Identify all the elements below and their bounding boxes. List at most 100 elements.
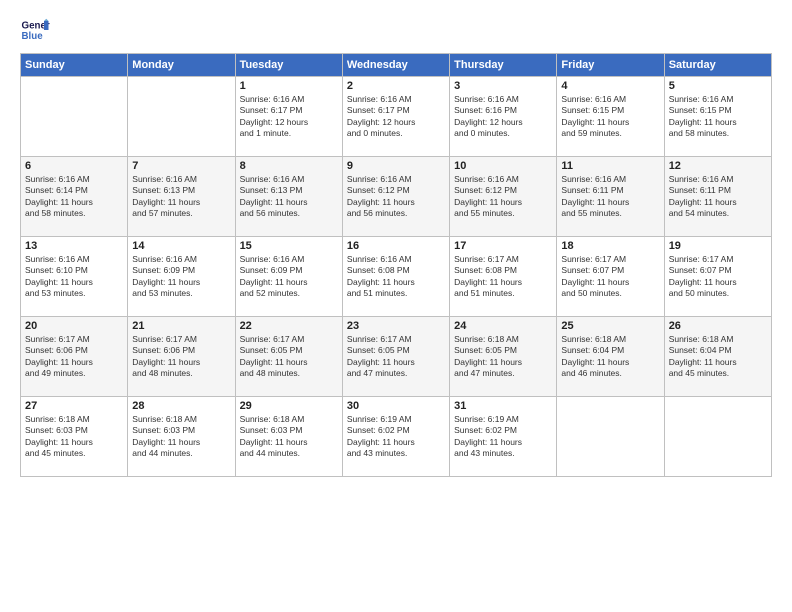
calendar-cell: 8 Sunrise: 6:16 AM Sunset: 6:13 PM Daylig… bbox=[235, 157, 342, 237]
calendar-cell: 4 Sunrise: 6:16 AM Sunset: 6:15 PM Daylig… bbox=[557, 77, 664, 157]
day-number: 19 bbox=[669, 240, 767, 252]
calendar-cell: 31 Sunrise: 6:19 AM Sunset: 6:02 PM Dayli… bbox=[450, 397, 557, 477]
day-info: Sunrise: 6:17 AM Sunset: 6:06 PM Dayligh… bbox=[132, 334, 230, 380]
calendar-cell: 24Sunrise: 6:18 AM Sunset: 6:05 PM Dayli… bbox=[450, 317, 557, 397]
day-info: Sunrise: 6:16 AM Sunset: 6:08 PM Dayligh… bbox=[347, 254, 445, 300]
day-number: 20 bbox=[25, 320, 123, 332]
calendar-cell: 29Sunrise: 6:18 AM Sunset: 6:03 PM Dayli… bbox=[235, 397, 342, 477]
day-number: 26 bbox=[669, 320, 767, 332]
calendar-cell: 3Sunrise: 6:16 AM Sunset: 6:16 PM Daylig… bbox=[450, 77, 557, 157]
day-number: 2 bbox=[347, 80, 445, 92]
calendar-cell bbox=[128, 77, 235, 157]
day-number: 11 bbox=[561, 160, 659, 172]
day-number: 3 bbox=[454, 80, 552, 92]
day-info: Sunrise: 6:16 AM Sunset: 6:14 PM Dayligh… bbox=[25, 174, 123, 220]
day-info: Sunrise: 6:16 AM Sunset: 6:15 PM Dayligh… bbox=[561, 94, 659, 140]
day-info: Sunrise: 6:16 AM Sunset: 6:15 PM Dayligh… bbox=[669, 94, 767, 140]
svg-text:Blue: Blue bbox=[22, 31, 44, 42]
calendar-cell: 7 Sunrise: 6:16 AM Sunset: 6:13 PM Daylig… bbox=[128, 157, 235, 237]
calendar-cell bbox=[21, 77, 128, 157]
day-info: Sunrise: 6:16 AM Sunset: 6:09 PM Dayligh… bbox=[132, 254, 230, 300]
calendar-cell: 20 Sunrise: 6:17 AM Sunset: 6:06 PM Dayli… bbox=[21, 317, 128, 397]
day-number: 24 bbox=[454, 320, 552, 332]
day-number: 23 bbox=[347, 320, 445, 332]
week-row-1: 1 Sunrise: 6:16 AM Sunset: 6:17 PM Daylig… bbox=[21, 77, 772, 157]
calendar-cell: 11Sunrise: 6:16 AM Sunset: 6:11 PM Dayli… bbox=[557, 157, 664, 237]
calendar-cell: 22Sunrise: 6:17 AM Sunset: 6:05 PM Dayli… bbox=[235, 317, 342, 397]
day-number: 9 bbox=[347, 160, 445, 172]
day-info: Sunrise: 6:18 AM Sunset: 6:03 PM Dayligh… bbox=[25, 414, 123, 460]
day-info: Sunrise: 6:16 AM Sunset: 6:17 PM Dayligh… bbox=[347, 94, 445, 140]
col-header-tuesday: Tuesday bbox=[235, 54, 342, 77]
day-info: Sunrise: 6:17 AM Sunset: 6:07 PM Dayligh… bbox=[561, 254, 659, 300]
calendar-cell: 19 Sunrise: 6:17 AM Sunset: 6:07 PM Dayli… bbox=[664, 237, 771, 317]
day-info: Sunrise: 6:17 AM Sunset: 6:08 PM Dayligh… bbox=[454, 254, 552, 300]
day-number: 16 bbox=[347, 240, 445, 252]
calendar-cell bbox=[557, 397, 664, 477]
col-header-thursday: Thursday bbox=[450, 54, 557, 77]
day-number: 21 bbox=[132, 320, 230, 332]
day-number: 25 bbox=[561, 320, 659, 332]
day-info: Sunrise: 6:17 AM Sunset: 6:07 PM Dayligh… bbox=[669, 254, 767, 300]
calendar-cell: 21 Sunrise: 6:17 AM Sunset: 6:06 PM Dayli… bbox=[128, 317, 235, 397]
calendar-cell: 28 Sunrise: 6:18 AM Sunset: 6:03 PM Dayli… bbox=[128, 397, 235, 477]
day-info: Sunrise: 6:16 AM Sunset: 6:12 PM Dayligh… bbox=[454, 174, 552, 220]
calendar-cell: 14 Sunrise: 6:16 AM Sunset: 6:09 PM Dayli… bbox=[128, 237, 235, 317]
day-number: 5 bbox=[669, 80, 767, 92]
day-number: 15 bbox=[240, 240, 338, 252]
col-header-saturday: Saturday bbox=[664, 54, 771, 77]
day-number: 12 bbox=[669, 160, 767, 172]
day-number: 10 bbox=[454, 160, 552, 172]
calendar-cell: 18 Sunrise: 6:17 AM Sunset: 6:07 PM Dayli… bbox=[557, 237, 664, 317]
day-number: 28 bbox=[132, 400, 230, 412]
day-number: 18 bbox=[561, 240, 659, 252]
day-info: Sunrise: 6:16 AM Sunset: 6:10 PM Dayligh… bbox=[25, 254, 123, 300]
calendar-cell: 27 Sunrise: 6:18 AM Sunset: 6:03 PM Dayli… bbox=[21, 397, 128, 477]
calendar-cell: 12Sunrise: 6:16 AM Sunset: 6:11 PM Dayli… bbox=[664, 157, 771, 237]
day-number: 4 bbox=[561, 80, 659, 92]
day-info: Sunrise: 6:18 AM Sunset: 6:04 PM Dayligh… bbox=[561, 334, 659, 380]
day-number: 6 bbox=[25, 160, 123, 172]
day-number: 7 bbox=[132, 160, 230, 172]
day-number: 17 bbox=[454, 240, 552, 252]
calendar-cell: 1 Sunrise: 6:16 AM Sunset: 6:17 PM Daylig… bbox=[235, 77, 342, 157]
day-info: Sunrise: 6:18 AM Sunset: 6:04 PM Dayligh… bbox=[669, 334, 767, 380]
day-info: Sunrise: 6:19 AM Sunset: 6:02 PM Dayligh… bbox=[347, 414, 445, 460]
calendar-cell: 17 Sunrise: 6:17 AM Sunset: 6:08 PM Dayli… bbox=[450, 237, 557, 317]
day-number: 30 bbox=[347, 400, 445, 412]
calendar-cell: 15 Sunrise: 6:16 AM Sunset: 6:09 PM Dayli… bbox=[235, 237, 342, 317]
day-number: 31 bbox=[454, 400, 552, 412]
col-header-friday: Friday bbox=[557, 54, 664, 77]
day-number: 13 bbox=[25, 240, 123, 252]
day-info: Sunrise: 6:17 AM Sunset: 6:05 PM Dayligh… bbox=[240, 334, 338, 380]
day-info: Sunrise: 6:18 AM Sunset: 6:03 PM Dayligh… bbox=[132, 414, 230, 460]
day-number: 14 bbox=[132, 240, 230, 252]
logo: General Blue bbox=[20, 15, 56, 45]
day-info: Sunrise: 6:19 AM Sunset: 6:02 PM Dayligh… bbox=[454, 414, 552, 460]
calendar-cell: 23 Sunrise: 6:17 AM Sunset: 6:05 PM Dayli… bbox=[342, 317, 449, 397]
calendar-cell: 10 Sunrise: 6:16 AM Sunset: 6:12 PM Dayli… bbox=[450, 157, 557, 237]
calendar-cell: 9 Sunrise: 6:16 AM Sunset: 6:12 PM Daylig… bbox=[342, 157, 449, 237]
calendar-table: SundayMondayTuesdayWednesdayThursdayFrid… bbox=[20, 53, 772, 477]
calendar-cell bbox=[664, 397, 771, 477]
calendar-cell: 13 Sunrise: 6:16 AM Sunset: 6:10 PM Dayli… bbox=[21, 237, 128, 317]
day-info: Sunrise: 6:17 AM Sunset: 6:05 PM Dayligh… bbox=[347, 334, 445, 380]
day-number: 27 bbox=[25, 400, 123, 412]
day-info: Sunrise: 6:16 AM Sunset: 6:12 PM Dayligh… bbox=[347, 174, 445, 220]
calendar-cell: 25 Sunrise: 6:18 AM Sunset: 6:04 PM Dayli… bbox=[557, 317, 664, 397]
day-info: Sunrise: 6:16 AM Sunset: 6:17 PM Dayligh… bbox=[240, 94, 338, 140]
logo-icon: General Blue bbox=[20, 15, 50, 45]
day-number: 1 bbox=[240, 80, 338, 92]
week-row-4: 20 Sunrise: 6:17 AM Sunset: 6:06 PM Dayli… bbox=[21, 317, 772, 397]
header-row: SundayMondayTuesdayWednesdayThursdayFrid… bbox=[21, 54, 772, 77]
day-info: Sunrise: 6:16 AM Sunset: 6:13 PM Dayligh… bbox=[132, 174, 230, 220]
calendar-cell: 2 Sunrise: 6:16 AM Sunset: 6:17 PM Daylig… bbox=[342, 77, 449, 157]
day-number: 29 bbox=[240, 400, 338, 412]
day-info: Sunrise: 6:16 AM Sunset: 6:09 PM Dayligh… bbox=[240, 254, 338, 300]
week-row-3: 13 Sunrise: 6:16 AM Sunset: 6:10 PM Dayli… bbox=[21, 237, 772, 317]
week-row-5: 27 Sunrise: 6:18 AM Sunset: 6:03 PM Dayli… bbox=[21, 397, 772, 477]
day-number: 8 bbox=[240, 160, 338, 172]
day-info: Sunrise: 6:16 AM Sunset: 6:13 PM Dayligh… bbox=[240, 174, 338, 220]
day-info: Sunrise: 6:17 AM Sunset: 6:06 PM Dayligh… bbox=[25, 334, 123, 380]
calendar-cell: 16 Sunrise: 6:16 AM Sunset: 6:08 PM Dayli… bbox=[342, 237, 449, 317]
